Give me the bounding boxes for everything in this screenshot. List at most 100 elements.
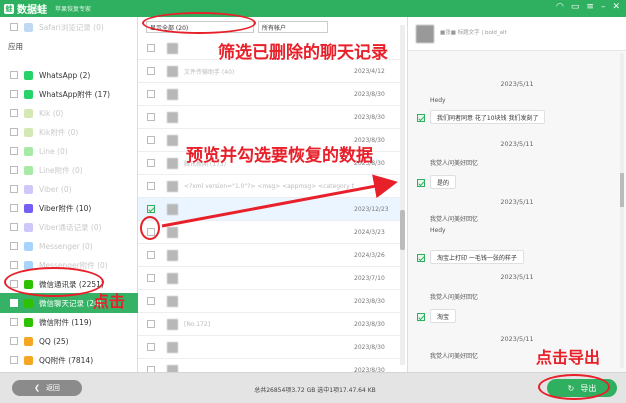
- row-checkbox[interactable]: [147, 67, 155, 75]
- row-date: 2024/3/23: [354, 228, 385, 236]
- sidebar-item[interactable]: WhatsApp (2): [0, 65, 138, 85]
- row-checkbox[interactable]: [147, 274, 155, 282]
- row-checkbox[interactable]: [147, 205, 155, 213]
- list-item[interactable]: 2023/8/30: [138, 83, 400, 106]
- chat-scrollbar[interactable]: [620, 53, 624, 368]
- checkbox[interactable]: [10, 185, 18, 193]
- sidebar-item[interactable]: Kik (0): [0, 103, 138, 123]
- row-checkbox[interactable]: [147, 320, 155, 328]
- thumbnail: [167, 249, 178, 261]
- list-item[interactable]: 2023/8/30: [138, 290, 400, 313]
- sidebar-item[interactable]: Viber附件 (10): [0, 198, 138, 218]
- message-checkbox[interactable]: [417, 313, 425, 321]
- checkbox[interactable]: [10, 23, 18, 31]
- sidebar-item[interactable]: 微信附件 (119): [0, 312, 138, 332]
- scroll-thumb[interactable]: [620, 173, 624, 207]
- conversation-list-pane: 显示全部 (20) 所有帐户 文件传输助手 (40) 2023/4/12 2023/…: [138, 17, 408, 382]
- row-date: 2023/12/23: [354, 205, 389, 213]
- row-checkbox[interactable]: [147, 90, 155, 98]
- sidebar-item-label: QQ (25): [39, 336, 69, 346]
- thumbnail: [167, 65, 178, 77]
- sidebar-item[interactable]: Line附件 (0): [0, 160, 138, 180]
- checkbox[interactable]: [10, 166, 18, 174]
- message-checkbox[interactable]: [417, 254, 425, 262]
- system-text: 我觉人问美好回忆: [430, 294, 479, 301]
- thumbnail: [167, 341, 178, 353]
- thumbnail: [167, 226, 178, 238]
- list-scrollbar[interactable]: [400, 25, 405, 365]
- app-icon: [24, 70, 33, 80]
- message-checkbox[interactable]: [417, 179, 425, 187]
- title-bar: 蛙 数据蛙 苹果恢复专家 ◠ ▭ ≡ – ✕: [0, 0, 626, 17]
- sidebar-item[interactable]: WhatsApp附件 (17): [0, 84, 138, 104]
- back-button[interactable]: ❮ 返回: [12, 380, 82, 396]
- sidebar-item-label: Safari浏览记录 (0): [39, 22, 104, 32]
- sidebar-item[interactable]: Messenger (0): [0, 236, 138, 256]
- checkbox[interactable]: [10, 356, 18, 364]
- sidebar-item[interactable]: QQ附件 (7814): [0, 350, 138, 370]
- checkbox[interactable]: [10, 261, 18, 269]
- row-checkbox[interactable]: [147, 297, 155, 305]
- checkbox[interactable]: [10, 337, 18, 345]
- chat-icon[interactable]: ▭: [571, 2, 580, 12]
- row-checkbox[interactable]: [147, 182, 155, 190]
- sidebar-item-label: QQ附件 (7814): [39, 355, 94, 365]
- list-item[interactable]: 2023/7/10: [138, 267, 400, 290]
- minimize-icon[interactable]: –: [601, 2, 606, 12]
- thumbnail: [167, 180, 178, 192]
- row-checkbox[interactable]: [147, 113, 155, 121]
- scroll-thumb[interactable]: [400, 210, 405, 250]
- checkbox[interactable]: [10, 71, 18, 79]
- app-icon: [24, 336, 33, 346]
- sidebar-item-safari[interactable]: Safari浏览记录 (0): [0, 17, 138, 37]
- status-text: 总共26854项3.72 GB 选中1项17.47.64 KB: [254, 387, 376, 394]
- app-logo-icon: 蛙: [4, 3, 14, 14]
- row-checkbox[interactable]: [147, 343, 155, 351]
- checkbox[interactable]: [10, 128, 18, 136]
- checkbox[interactable]: [10, 299, 18, 307]
- list-item[interactable]: 2024/3/26: [138, 244, 400, 267]
- list-item[interactable]: [No.172] 2023/8/30: [138, 313, 400, 336]
- wifi-icon[interactable]: ◠: [556, 2, 564, 12]
- row-checkbox[interactable]: [147, 136, 155, 144]
- list-item[interactable]: 2023/8/30: [138, 106, 400, 129]
- checkbox[interactable]: [10, 147, 18, 155]
- sidebar-item[interactable]: Line (0): [0, 141, 138, 161]
- checkbox[interactable]: [10, 242, 18, 250]
- account-filter-select[interactable]: 所有帐户: [258, 21, 328, 33]
- close-icon[interactable]: ✕: [612, 2, 620, 12]
- sidebar-item-label: Line (0): [39, 146, 68, 156]
- app-icon: [24, 146, 33, 156]
- list-item[interactable]: 2023/12/23: [138, 198, 400, 221]
- checkbox[interactable]: [10, 109, 18, 117]
- sidebar-item[interactable]: Viber (0): [0, 179, 138, 199]
- back-label: 返回: [45, 384, 60, 392]
- app-icon: [24, 355, 33, 365]
- avatar: [416, 24, 434, 43]
- row-checkbox[interactable]: [147, 251, 155, 259]
- sidebar-item[interactable]: Kik附件 (0): [0, 122, 138, 142]
- thumbnail: [167, 203, 178, 215]
- checkbox[interactable]: [10, 318, 18, 326]
- app-subtitle: 苹果恢复专家: [55, 6, 92, 13]
- message-checkbox[interactable]: [417, 114, 425, 122]
- sidebar-item[interactable]: Viber通话记录 (0): [0, 217, 138, 237]
- checkbox[interactable]: [10, 223, 18, 231]
- highlight-ring: [140, 216, 160, 240]
- list-item[interactable]: <?xml version="1.0"?> <msg> <appmsg> <ca…: [138, 175, 400, 198]
- app-icon: [24, 165, 33, 175]
- list-item[interactable]: 2024/3/23: [138, 221, 400, 244]
- date-label: 2023/5/11: [500, 335, 534, 343]
- sidebar-item[interactable]: QQ (25): [0, 331, 138, 351]
- checkbox[interactable]: [10, 90, 18, 98]
- checkbox[interactable]: [10, 204, 18, 212]
- account-value: 所有帐户: [262, 24, 287, 32]
- list-item[interactable]: 2023/8/30: [138, 336, 400, 359]
- app-icon: [24, 222, 33, 232]
- list-item[interactable]: 文件传输助手 (40) 2023/4/12: [138, 60, 400, 83]
- row-checkbox[interactable]: [147, 44, 155, 52]
- menu-icon[interactable]: ≡: [586, 2, 594, 12]
- highlight-ring: [4, 267, 104, 297]
- highlight-ring: [142, 12, 256, 34]
- row-checkbox[interactable]: [147, 159, 155, 167]
